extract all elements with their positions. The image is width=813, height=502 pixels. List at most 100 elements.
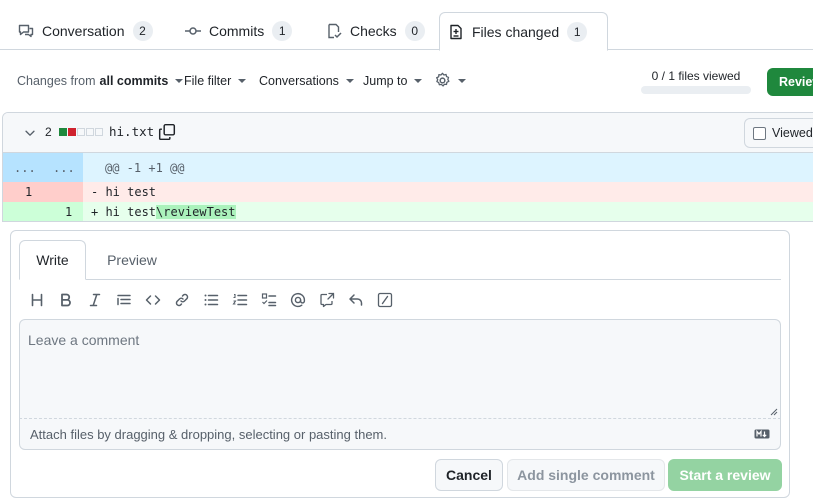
tab-label: Files changed xyxy=(472,23,560,40)
file-name[interactable]: hi.txt xyxy=(109,124,154,139)
file-diff-icon xyxy=(450,24,462,39)
slash-command-icon xyxy=(377,292,393,308)
cross-reference-button[interactable] xyxy=(317,289,337,311)
line-content-highlight: \reviewTest xyxy=(156,205,236,219)
git-commit-icon xyxy=(185,27,201,35)
tab-counter: 2 xyxy=(132,21,153,41)
caret-down-icon xyxy=(238,79,247,83)
conversations-label: Conversations xyxy=(259,74,339,88)
changes-from-prefix: Changes from xyxy=(17,74,96,88)
start-review-button[interactable]: Start a review xyxy=(668,459,782,491)
changes-from-dropdown[interactable]: Changes from all commits xyxy=(17,74,184,88)
quote-button[interactable] xyxy=(114,289,134,311)
tab-commits[interactable]: Commits 1 xyxy=(177,12,300,50)
tab-label: Conversation xyxy=(42,23,125,39)
tab-counter: 1 xyxy=(272,21,293,41)
diff-line-added[interactable]: 1 + hi test\reviewTest xyxy=(3,202,813,221)
diffstat xyxy=(59,128,103,136)
hunk-old-marker: ... xyxy=(14,161,36,175)
viewed-checkbox[interactable]: Viewed xyxy=(744,118,813,148)
comment-textarea[interactable]: Leave a comment xyxy=(19,319,781,419)
files-viewed-progress xyxy=(641,86,751,94)
tab-label: Commits xyxy=(209,23,265,39)
files-viewed-text: 0 / 1 files viewed xyxy=(651,69,741,83)
saved-reply-button[interactable] xyxy=(346,289,366,311)
bold-button[interactable] xyxy=(56,289,76,311)
file-header: 2 hi.txt Viewed xyxy=(3,113,813,153)
changed-lines-count: 2 xyxy=(45,125,52,139)
conversations-dropdown[interactable]: Conversations xyxy=(259,74,354,88)
ordered-list-button[interactable] xyxy=(230,289,250,311)
mention-icon xyxy=(290,292,306,308)
link-icon xyxy=(175,293,189,307)
list-unordered-icon xyxy=(204,294,219,306)
tab-write[interactable]: Write xyxy=(19,240,86,280)
diffstat-block xyxy=(95,128,103,136)
add-single-comment-button[interactable]: Add single comment xyxy=(507,459,665,491)
review-changes-button[interactable]: Review changes xyxy=(767,68,813,96)
comment-tabs: Write Preview xyxy=(11,231,789,280)
list-ordered-icon xyxy=(232,293,248,306)
diffstat-block xyxy=(86,128,94,136)
resize-handle-icon[interactable] xyxy=(770,408,778,416)
hunk-expand-gutter[interactable]: ... ... xyxy=(3,153,83,182)
comment-placeholder: Leave a comment xyxy=(28,332,140,348)
line-gutter: 1 xyxy=(3,182,83,202)
line-content: + hi test\reviewTest xyxy=(91,205,236,219)
hunk-header-text: @@ -1 +1 @@ xyxy=(105,161,185,175)
quote-icon xyxy=(117,294,131,306)
tab-preview[interactable]: Preview xyxy=(96,240,168,280)
tab-checks[interactable]: Checks 0 xyxy=(318,12,433,50)
comment-discussion-icon xyxy=(18,24,34,38)
checkbox-icon xyxy=(753,126,766,140)
diff-toolbar: Changes from all commits File filter Con… xyxy=(0,66,813,98)
changes-from-value: all commits xyxy=(99,74,169,88)
diff-settings-button[interactable] xyxy=(434,72,466,89)
file-filter-dropdown[interactable]: File filter xyxy=(184,74,247,88)
task-list-button[interactable] xyxy=(259,289,279,311)
line-content: - hi test xyxy=(91,185,157,199)
attach-files-text: Attach files by dragging & dropping, sel… xyxy=(30,427,387,442)
code-button[interactable] xyxy=(143,289,163,311)
caret-down-icon xyxy=(458,78,466,83)
link-button[interactable] xyxy=(172,289,192,311)
tab-counter: 1 xyxy=(567,21,588,42)
italic-button[interactable] xyxy=(85,289,105,311)
italic-icon xyxy=(89,293,101,307)
gear-icon xyxy=(436,72,450,87)
heading-icon xyxy=(31,293,43,307)
caret-down-icon xyxy=(175,79,184,83)
tab-label: Checks xyxy=(350,23,397,39)
attach-files-area[interactable]: Attach files by dragging & dropping, sel… xyxy=(19,419,781,450)
unordered-list-button[interactable] xyxy=(201,289,221,311)
caret-down-icon xyxy=(414,79,423,83)
pr-tabs: Conversation 2 Commits 1 Checks 0 Files … xyxy=(0,0,813,51)
inline-comment-form: Write Preview Leave a comment Attach fil… xyxy=(10,230,790,498)
mention-button[interactable] xyxy=(288,289,308,311)
tab-files-changed[interactable]: Files changed 1 xyxy=(439,12,608,51)
viewed-label: Viewed xyxy=(772,126,813,140)
tasklist-icon xyxy=(261,293,277,307)
markdown-icon[interactable] xyxy=(754,429,770,439)
bold-icon xyxy=(61,293,71,307)
copy-icon[interactable] xyxy=(158,123,176,141)
chevron-down-icon[interactable] xyxy=(23,126,37,140)
diffstat-block xyxy=(68,128,76,136)
checklist-icon xyxy=(328,23,342,39)
heading-button[interactable] xyxy=(27,289,47,311)
cross-reference-icon xyxy=(320,292,335,308)
cancel-button[interactable]: Cancel xyxy=(435,459,503,491)
new-line-number[interactable]: 1 xyxy=(65,205,72,219)
slash-commands-button[interactable] xyxy=(375,289,395,311)
old-line-number[interactable]: 1 xyxy=(25,185,32,199)
tab-conversation[interactable]: Conversation 2 xyxy=(10,12,161,50)
code-icon xyxy=(145,295,161,305)
line-content-prefix: + hi test xyxy=(91,205,157,219)
diffstat-block xyxy=(77,128,85,136)
jump-to-dropdown[interactable]: Jump to xyxy=(363,74,423,88)
file-diff: 2 hi.txt Viewed ... ... @@ -1 +1 @@ 1 - … xyxy=(2,112,813,222)
hunk-header: ... ... @@ -1 +1 @@ xyxy=(3,153,813,182)
line-gutter: 1 xyxy=(3,202,83,221)
hunk-new-marker: ... xyxy=(53,161,75,175)
diff-line-deleted[interactable]: 1 - hi test xyxy=(3,182,813,202)
